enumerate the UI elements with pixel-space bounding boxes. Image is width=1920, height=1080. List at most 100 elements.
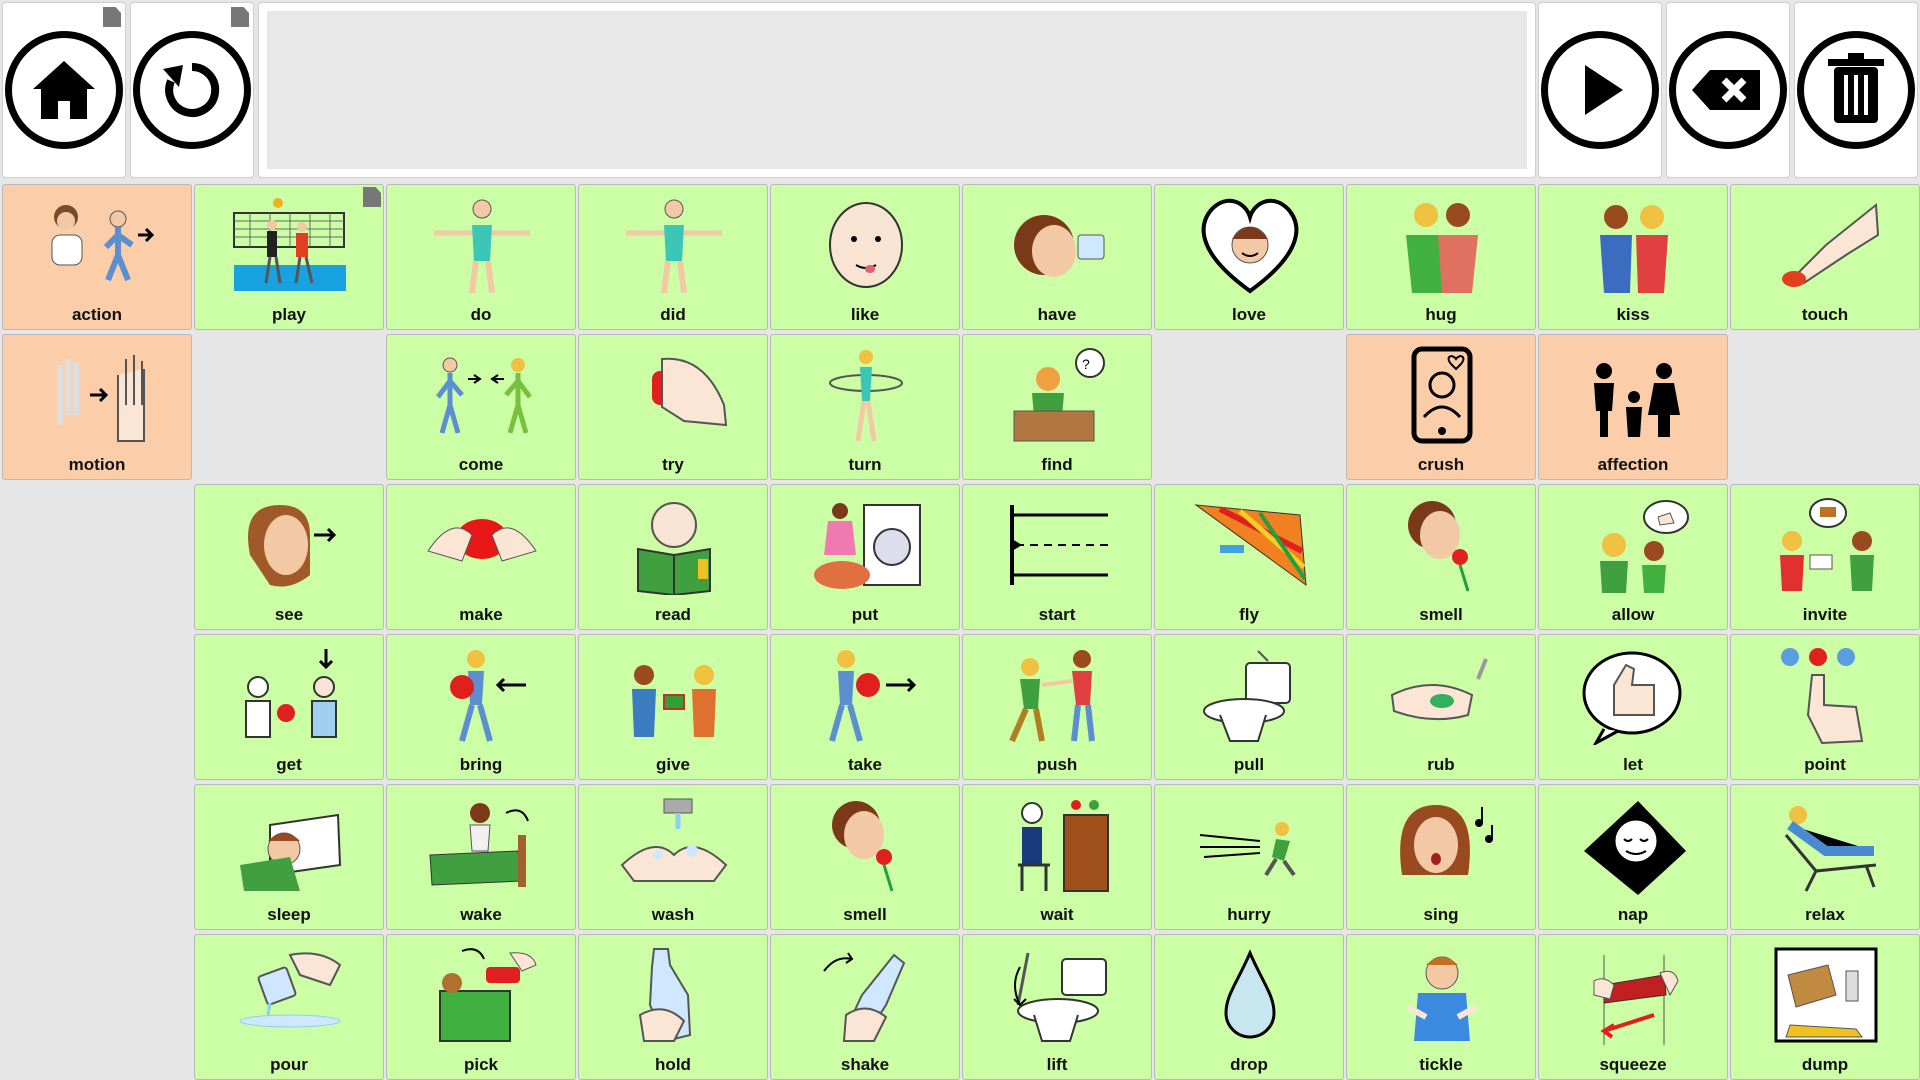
invite-icon	[1766, 491, 1886, 599]
give-icon	[614, 641, 734, 749]
point-icon	[1766, 641, 1886, 749]
cell-label: drop	[1230, 1055, 1268, 1074]
cell-label: try	[662, 455, 684, 474]
search-box-icon: ?	[998, 341, 1118, 449]
cell-come[interactable]: come	[386, 334, 576, 480]
cell-get[interactable]: get	[194, 634, 384, 780]
cell-find[interactable]: ? find	[962, 334, 1152, 480]
home-icon	[5, 31, 123, 149]
cell-touch[interactable]: touch	[1730, 184, 1920, 330]
toilet-flush-icon	[1190, 641, 1310, 749]
cell-rub[interactable]: rub	[1346, 634, 1536, 780]
hand-motion-icon	[38, 341, 158, 449]
speak-button[interactable]	[1538, 2, 1662, 178]
get-icon	[230, 641, 350, 749]
cell-pick[interactable]: pick	[386, 934, 576, 1080]
svg-text:?: ?	[1082, 356, 1090, 372]
cell-wake[interactable]: wake	[386, 784, 576, 930]
cell-label: put	[851, 605, 879, 624]
cell-have[interactable]: have	[962, 184, 1152, 330]
cell-sleep[interactable]: sleep	[194, 784, 384, 930]
cell-take[interactable]: take	[770, 634, 960, 780]
cell-give[interactable]: give	[578, 634, 768, 780]
cell-label: point	[1804, 755, 1846, 774]
cell-kiss[interactable]: kiss	[1538, 184, 1728, 330]
cell-love[interactable]: love	[1154, 184, 1344, 330]
cell-shake[interactable]: shake	[770, 934, 960, 1080]
cell-relax[interactable]: relax	[1730, 784, 1920, 930]
cell-wash[interactable]: wash	[578, 784, 768, 930]
cell-action[interactable]: action	[2, 184, 192, 330]
folder-corner-icon	[363, 187, 381, 207]
cell-label: tickle	[1419, 1055, 1463, 1074]
cell-start[interactable]: start	[962, 484, 1152, 630]
cell-dump[interactable]: dump	[1730, 934, 1920, 1080]
cell-nap[interactable]: nap	[1538, 784, 1728, 930]
cell-push[interactable]: push	[962, 634, 1152, 780]
cell-smell-2[interactable]: smell	[770, 784, 960, 930]
cell-squeeze[interactable]: squeeze	[1538, 934, 1728, 1080]
home-button[interactable]	[2, 2, 126, 178]
cell-label: relax	[1805, 905, 1845, 924]
cell-label: crush	[1417, 455, 1465, 474]
cell-play[interactable]: play	[194, 184, 384, 330]
sleep-icon	[230, 791, 350, 899]
trash-icon	[1797, 31, 1915, 149]
cell-let[interactable]: let	[1538, 634, 1728, 780]
see-icon	[230, 491, 350, 599]
cell-fly[interactable]: fly	[1154, 484, 1344, 630]
cell-hold[interactable]: hold	[578, 934, 768, 1080]
smell-flower-icon	[1382, 491, 1502, 599]
cell-label: wash	[651, 905, 695, 924]
backspace-button[interactable]	[1666, 2, 1790, 178]
cell-smell-1[interactable]: smell	[1346, 484, 1536, 630]
cell-read[interactable]: read	[578, 484, 768, 630]
cell-turn[interactable]: turn	[770, 334, 960, 480]
cell-hug[interactable]: hug	[1346, 184, 1536, 330]
bring-icon	[422, 641, 542, 749]
cell-put[interactable]: put	[770, 484, 960, 630]
cell-allow[interactable]: allow	[1538, 484, 1728, 630]
cell-invite[interactable]: invite	[1730, 484, 1920, 630]
book-reading-icon	[614, 491, 734, 599]
family-icon	[1574, 341, 1694, 449]
cell-do[interactable]: do	[386, 184, 576, 330]
cell-label: find	[1041, 455, 1073, 474]
clay-icon	[422, 491, 542, 599]
cell-drop[interactable]: drop	[1154, 934, 1344, 1080]
take-icon	[806, 641, 926, 749]
cell-like[interactable]: like	[770, 184, 960, 330]
cell-affection[interactable]: affection	[1538, 334, 1728, 480]
cell-sing[interactable]: sing	[1346, 784, 1536, 930]
shake-bottle-icon	[806, 941, 926, 1049]
cell-crush[interactable]: crush	[1346, 334, 1536, 480]
cell-pull[interactable]: pull	[1154, 634, 1344, 780]
volleyball-icon	[230, 191, 350, 299]
cell-label: dump	[1801, 1055, 1849, 1074]
drinking-icon	[998, 191, 1118, 299]
cell-label: kiss	[1616, 305, 1650, 324]
cell-did[interactable]: did	[578, 184, 768, 330]
cell-tickle[interactable]: tickle	[1346, 934, 1536, 1080]
cell-label: fly	[1239, 605, 1259, 624]
back-button[interactable]	[130, 2, 254, 178]
clear-button[interactable]	[1794, 2, 1918, 178]
message-bar[interactable]	[258, 2, 1536, 178]
cell-label: bring	[459, 755, 503, 774]
cell-label: affection	[1597, 455, 1669, 474]
heart-icon	[1190, 191, 1310, 299]
cell-try[interactable]: try	[578, 334, 768, 480]
cell-bring[interactable]: bring	[386, 634, 576, 780]
cell-lift[interactable]: lift	[962, 934, 1152, 1080]
cell-motion[interactable]: motion	[2, 334, 192, 480]
cell-see[interactable]: see	[194, 484, 384, 630]
cell-label: invite	[1802, 605, 1848, 624]
cell-label: allow	[1611, 605, 1655, 624]
cell-make[interactable]: make	[386, 484, 576, 630]
dump-icon	[1766, 941, 1886, 1049]
cell-point[interactable]: point	[1730, 634, 1920, 780]
cell-wait[interactable]: wait	[962, 784, 1152, 930]
cell-pour[interactable]: pour	[194, 934, 384, 1080]
cell-hurry[interactable]: hurry	[1154, 784, 1344, 930]
toilet-lid-icon	[998, 941, 1118, 1049]
